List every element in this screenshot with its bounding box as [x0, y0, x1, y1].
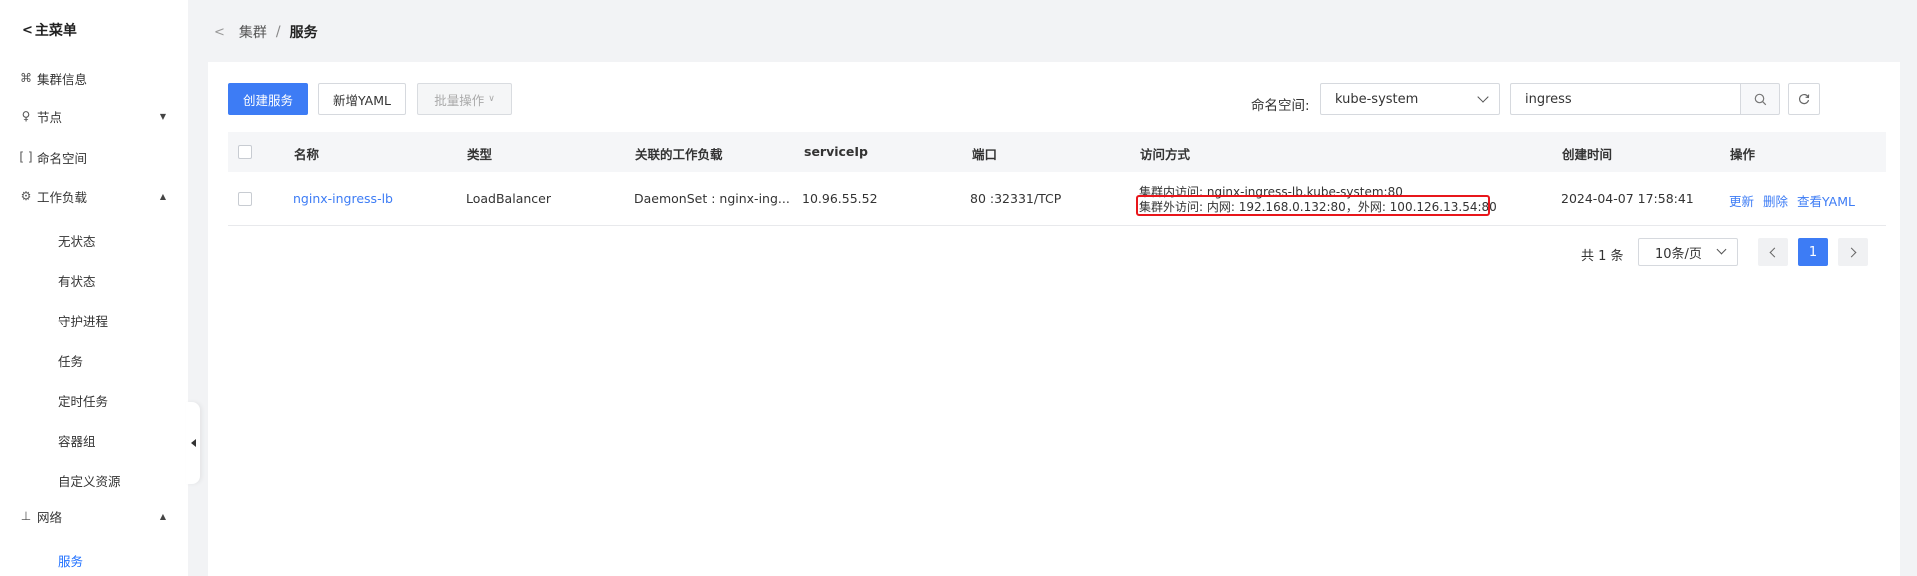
breadcrumb-separator: /	[275, 24, 281, 40]
column-header-service-ip: serviceIp	[804, 144, 869, 159]
chevron-down-icon	[1716, 244, 1727, 255]
sidebar-collapse-handle[interactable]	[186, 402, 200, 484]
page-size-select[interactable]: 10条/页	[1638, 238, 1738, 266]
sidebar-item-nodes[interactable]: ♀ 节点 ▼	[0, 99, 188, 133]
search-input[interactable]	[1510, 83, 1740, 115]
main-menu-back-button[interactable]: < 主菜单	[22, 20, 77, 40]
page-number-button[interactable]: 1	[1798, 238, 1828, 266]
caret-up-icon: ▲	[159, 511, 166, 521]
view-yaml-link[interactable]: 查看YAML	[1797, 191, 1855, 210]
back-chevron-icon[interactable]: <	[214, 25, 225, 40]
sidebar-subitem-pods[interactable]: 容器组	[58, 431, 96, 450]
table-header: 名称 类型 关联的工作负载 serviceIp 端口 访问方式 创建时间 操作	[228, 132, 1886, 172]
namespace-icon: [ ]	[19, 150, 33, 164]
breadcrumb-current: 服务	[289, 25, 318, 41]
cluster-icon: ⌘	[20, 71, 32, 85]
column-header-access: 访问方式	[1140, 147, 1191, 162]
pagination-total: 共 1 条	[1581, 249, 1624, 264]
row-checkbox[interactable]	[238, 192, 252, 206]
prev-page-button[interactable]	[1758, 238, 1788, 266]
chevron-right-icon	[1846, 247, 1857, 257]
breadcrumb-parent[interactable]: 集群	[239, 22, 267, 42]
sidebar-item-workload[interactable]: ⚙ 工作负载 ▲	[0, 179, 188, 213]
column-header-name: 名称	[294, 147, 320, 162]
workload-icon: ⚙	[20, 189, 32, 203]
update-link[interactable]: 更新	[1729, 191, 1754, 210]
sidebar-subitem-daemonsets[interactable]: 守护进程	[58, 311, 108, 330]
column-header-port: 端口	[972, 147, 998, 162]
sidebar-subitem-cronjobs[interactable]: 定时任务	[58, 391, 108, 410]
network-icon: ⊥	[20, 509, 32, 523]
service-name-link[interactable]: nginx-ingress-lb	[293, 191, 393, 206]
sidebar-subitem-jobs[interactable]: 任务	[58, 351, 83, 370]
service-type: LoadBalancer	[466, 191, 551, 206]
sidebar: < 主菜单 ⌘ 集群信息 ♀ 节点 ▼ [ ] 命名空间 ⚙ 工作负载 ▲ 无状…	[0, 0, 188, 576]
caret-down-icon: ▼	[159, 111, 166, 121]
sidebar-item-label: 网络	[37, 509, 63, 525]
namespace-label: 命名空间:	[1251, 98, 1310, 114]
search-button[interactable]	[1740, 83, 1780, 115]
highlight-annotation-box	[1136, 195, 1490, 216]
service-port: 80 :32331/TCP	[970, 191, 1062, 206]
sidebar-subitem-statefulsets[interactable]: 有状态	[58, 271, 96, 290]
sidebar-item-network[interactable]: ⊥ 网络 ▲	[0, 499, 188, 533]
column-header-actions: 操作	[1730, 147, 1756, 162]
namespace-select[interactable]: kube-system	[1320, 83, 1500, 115]
sidebar-subitem-custom-resources[interactable]: 自定义资源	[58, 471, 121, 490]
node-icon: ♀	[21, 109, 31, 123]
service-created-time: 2024-04-07 17:58:41	[1561, 191, 1694, 206]
service-ip: 10.96.55.52	[802, 191, 878, 206]
sidebar-item-label: 命名空间	[37, 150, 88, 166]
page-size-value: 10条/页	[1655, 246, 1702, 262]
delete-link[interactable]: 删除	[1763, 191, 1788, 210]
select-all-checkbox[interactable]	[238, 145, 252, 159]
search-icon	[1754, 93, 1766, 105]
namespace-select-value: kube-system	[1335, 91, 1419, 107]
sidebar-item-cluster-info[interactable]: ⌘ 集群信息	[0, 61, 188, 95]
breadcrumb: < 集群 / 服务	[214, 22, 318, 42]
column-header-type: 类型	[467, 147, 493, 162]
sidebar-item-namespace[interactable]: [ ] 命名空间	[0, 140, 188, 174]
chevron-down-icon	[1477, 91, 1489, 103]
column-header-created: 创建时间	[1562, 147, 1613, 162]
chevron-left-icon: <	[22, 22, 33, 38]
caret-up-icon: ▲	[159, 191, 166, 201]
sidebar-subitem-deployments[interactable]: 无状态	[58, 231, 96, 250]
chevron-left-icon	[1769, 247, 1780, 257]
collapse-arrow-icon	[190, 439, 196, 447]
sidebar-item-label: 节点	[37, 109, 63, 125]
next-page-button[interactable]	[1838, 238, 1868, 266]
main-panel: 创建服务 新增YAML 批量操作 ∨ 命名空间: kube-system 名称 …	[208, 62, 1900, 576]
refresh-button[interactable]	[1788, 83, 1820, 115]
sidebar-item-label: 工作负载	[37, 189, 88, 205]
table-row: nginx-ingress-lb LoadBalancer DaemonSet …	[228, 172, 1886, 226]
refresh-icon	[1799, 93, 1810, 105]
main-menu-label: 主菜单	[34, 23, 77, 39]
service-workload: DaemonSet : nginx-ing...	[634, 191, 790, 206]
column-header-workload: 关联的工作负载	[635, 147, 723, 162]
sidebar-item-label: 集群信息	[37, 71, 88, 87]
sidebar-subitem-services[interactable]: 服务	[58, 551, 83, 570]
